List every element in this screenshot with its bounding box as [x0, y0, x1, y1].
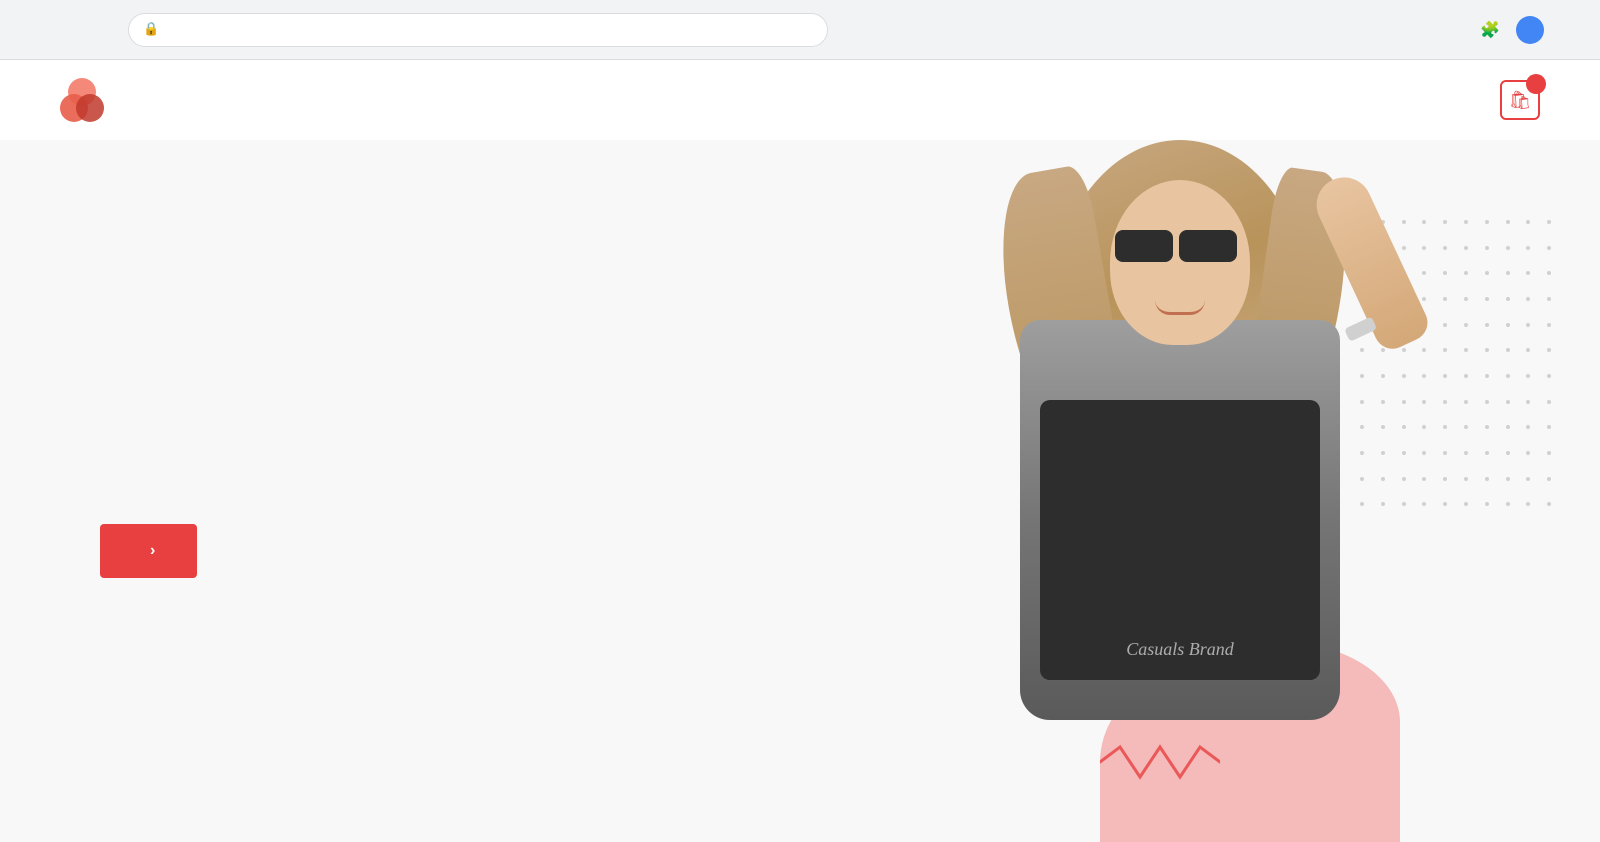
star-button[interactable] [1436, 16, 1464, 44]
dot [1526, 477, 1530, 481]
lock-icon: 🔒 [143, 22, 159, 37]
site-nav: 🛍 [1296, 80, 1540, 120]
sunglass-right-lens [1179, 230, 1237, 262]
hero-image-area: // Generate dots const dotContainer = do… [750, 140, 1600, 842]
extension-icon: 🧩 [1480, 20, 1500, 39]
dot [1547, 425, 1551, 429]
dot [1526, 502, 1530, 506]
dot [1547, 374, 1551, 378]
dot [1547, 451, 1551, 455]
dot [1526, 297, 1530, 301]
cart-badge [1526, 74, 1546, 94]
sunglass-left-lens [1115, 230, 1173, 262]
address-bar[interactable]: 🔒 [128, 13, 828, 47]
website-content: 🛍 › // G [0, 60, 1600, 842]
logo-circle-right [76, 94, 104, 122]
dot [1547, 477, 1551, 481]
browser-chrome: 🔒 🧩 [0, 0, 1600, 60]
back-button[interactable] [16, 16, 44, 44]
cart-icon: 🛍 [1509, 90, 1532, 111]
get-started-button[interactable]: › [100, 524, 197, 578]
logo[interactable] [60, 78, 112, 122]
model-watch [1344, 316, 1377, 341]
dot [1547, 502, 1551, 506]
hero-model-image: Casuals Brand [840, 140, 1520, 840]
reload-button[interactable] [88, 16, 116, 44]
dot [1526, 323, 1530, 327]
dot [1547, 400, 1551, 404]
cart-button[interactable]: 🛍 [1500, 80, 1540, 120]
logo-icon [60, 78, 104, 122]
more-button[interactable] [1556, 16, 1584, 44]
hero-title [100, 404, 197, 483]
model-figure: Casuals Brand [940, 140, 1420, 820]
dot [1526, 271, 1530, 275]
dot [1547, 297, 1551, 301]
browser-right-icons: 🧩 [1436, 16, 1584, 44]
dot [1526, 400, 1530, 404]
hero-section: › // Generate dots const dotContainer = … [0, 140, 1600, 842]
model-smile [1155, 300, 1205, 315]
forward-button[interactable] [52, 16, 80, 44]
shirt-text: Casuals Brand [1126, 639, 1234, 660]
profile-avatar[interactable] [1516, 16, 1544, 44]
model-body: Casuals Brand [1020, 320, 1340, 720]
dot [1526, 425, 1530, 429]
dot [1547, 220, 1551, 224]
arrow-icon: › [150, 542, 157, 560]
model-sunglasses [1115, 230, 1245, 265]
dot [1547, 271, 1551, 275]
dot [1547, 348, 1551, 352]
dot [1526, 348, 1530, 352]
browser-nav-buttons [16, 16, 116, 44]
site-header: 🛍 [0, 60, 1600, 140]
dot [1526, 374, 1530, 378]
dot [1547, 323, 1551, 327]
dot [1526, 246, 1530, 250]
extension-button[interactable]: 🧩 [1476, 16, 1504, 44]
dot [1526, 220, 1530, 224]
dot [1547, 246, 1551, 250]
hero-content: › [100, 404, 197, 577]
dot [1526, 451, 1530, 455]
